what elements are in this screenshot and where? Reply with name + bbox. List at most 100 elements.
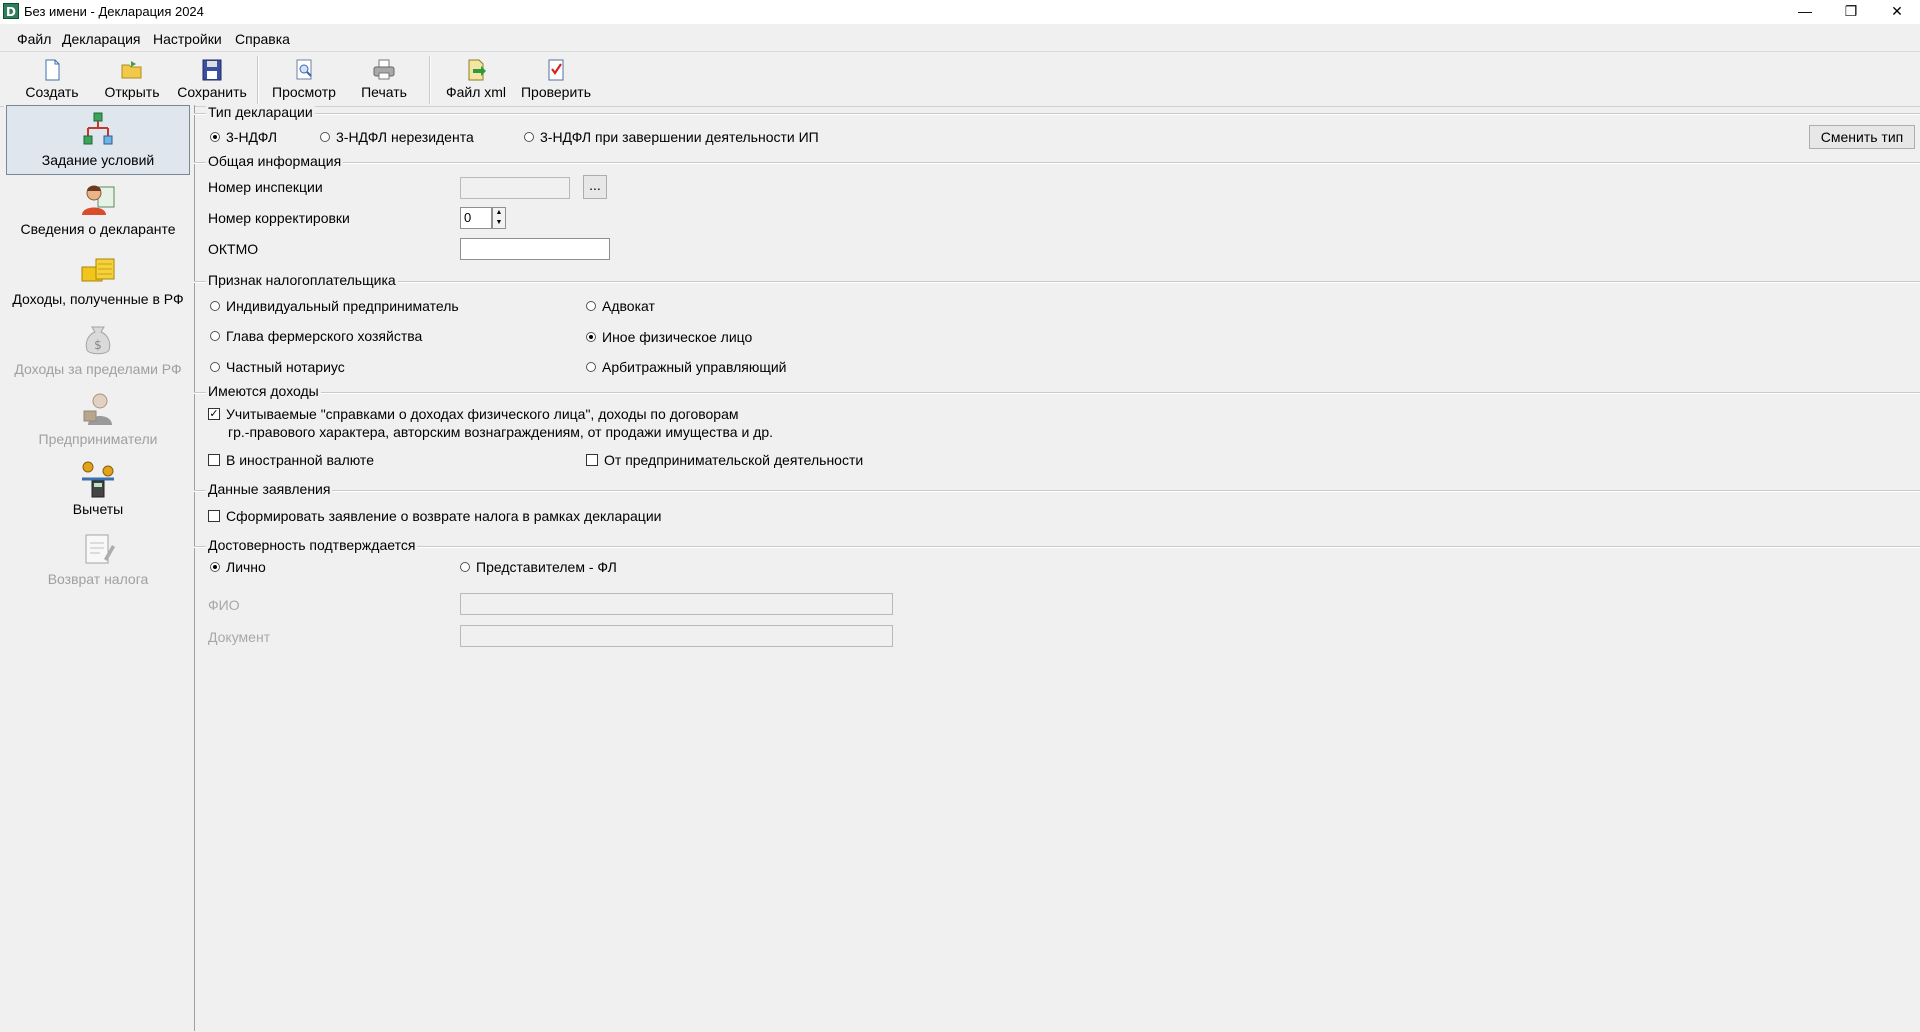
incomes-group: Имеются доходы ✓ Учитываемые "справками о… [194,383,1920,481]
verify-button[interactable]: Проверить [514,58,598,104]
incomes-title: Имеются доходы [206,383,321,399]
oktmo-label: ОКТМО [208,241,259,257]
xml-file-label: Файл xml [445,84,507,100]
correction-number-stepper[interactable]: ▲ ▼ [492,207,506,229]
radio-representative[interactable]: Представителем - ФЛ [460,559,617,575]
fio-field[interactable] [460,593,893,615]
foreign-currency-checkbox[interactable]: В иностранной валюте [208,452,374,468]
close-button[interactable]: ✕ [1874,0,1920,24]
menu-settings[interactable]: Настройки [153,31,222,47]
radio-notary-label: Частный нотариус [226,359,345,375]
general-info-group: Общая информация Номер инспекции ... Ном… [194,153,1920,273]
certified-income-checkbox[interactable]: ✓ Учитываемые "справками о доходах физиче… [208,406,739,422]
menu-bar: Файл Декларация Настройки Справка [0,27,1920,51]
person-card-icon [82,185,115,215]
radio-3ndfl-nonresident[interactable]: 3-НДФЛ нерезидента [320,129,474,145]
nav-tax-refund[interactable]: Возврат налога [6,525,190,595]
radio-3ndfl-ip-termination[interactable]: 3-НДФЛ при завершении деятельности ИП [524,129,819,145]
save-button[interactable]: Сохранить [170,58,254,104]
radio-3ndfl-label: 3-НДФЛ [226,129,278,145]
money-bag-icon: $ [85,326,111,355]
radio-farm-head[interactable]: Глава фермерского хозяйства [210,328,422,344]
radio-personally[interactable]: Лично [210,559,266,575]
radio-3ndfl[interactable]: 3-НДФЛ [210,129,277,145]
foreign-currency-label: В иностранной валюте [226,452,374,468]
print-label: Печать [361,84,407,100]
spin-up-icon[interactable]: ▲ [493,208,505,218]
preview-label: Просмотр [272,84,336,100]
toolbar: Создать Открыть Сохранить Просмотр Печат… [0,51,1920,107]
nav-deductions[interactable]: Вычеты [6,455,190,525]
refund-application-checkbox[interactable]: Сформировать заявление о возврате налога… [208,508,661,524]
xml-file-button[interactable]: Файл xml [434,58,518,104]
verify-label: Проверить [520,84,591,100]
businessman-icon [83,393,112,425]
correction-number-field[interactable]: 0 [460,207,492,229]
printer-icon [373,59,395,80]
xml-export-icon [468,59,486,81]
radio-farm-head-label: Глава фермерского хозяйства [226,328,423,344]
nav-income-rf-label: Доходы, полученные в РФ [12,291,184,307]
nav-conditions[interactable]: Задание условий [6,105,190,175]
inspection-browse-button[interactable]: ... [583,175,607,199]
radio-representative-label: Представителем - ФЛ [476,559,617,575]
nav-tax-refund-label: Возврат налога [47,571,149,587]
menu-declaration[interactable]: Декларация [62,31,141,47]
radio-other-individual-label: Иное физическое лицо [602,329,753,345]
new-file-icon [45,59,60,81]
preview-button[interactable]: Просмотр [262,58,346,104]
conditions-tree-icon [83,112,113,145]
change-type-button[interactable]: Сменить тип [1809,125,1915,149]
menu-file[interactable]: Файл [17,31,51,47]
inspection-number-label: Номер инспекции [208,179,323,195]
open-label: Открыть [104,84,160,100]
inspection-number-field[interactable] [460,177,570,199]
document-label: Документ [208,629,271,645]
create-label: Создать [25,84,79,100]
nav-income-rf[interactable]: Доходы, полученные в РФ [6,245,190,315]
radio-advocate[interactable]: Адвокат [586,298,655,314]
checkbox-box [208,454,220,467]
spin-down-icon[interactable]: ▼ [493,218,505,228]
taxpayer-sign-title: Признак налогоплательщика [206,272,398,288]
radio-individual-entrepreneur[interactable]: Индивидуальный предприниматель [210,298,459,314]
radio-indicator [586,362,596,373]
toolbar-separator [429,56,431,104]
minimize-button[interactable]: — [1782,0,1828,24]
window-title: Без имени - Декларация 2024 [24,4,204,19]
oktmo-field[interactable] [460,238,610,260]
svg-text:$: $ [94,338,102,352]
restore-button[interactable]: ❐ [1828,0,1874,24]
correction-number-label: Номер корректировки [208,210,350,226]
menu-help[interactable]: Справка [235,31,290,47]
radio-indicator [460,562,470,573]
nav-entrepreneurs[interactable]: Предприниматели [6,385,190,455]
certified-income-label-line2: гр.-правового характера, авторским возна… [228,424,773,440]
checkbox-box: ✓ [208,407,220,421]
declaration-type-title: Тип декларации [206,104,315,120]
save-label: Сохранить [177,84,247,100]
nav-declarant-info[interactable]: Сведения о декларанте [6,175,190,245]
document-field[interactable] [460,625,893,647]
document-pen-icon [85,534,115,564]
business-income-label: От предпринимательской деятельности [604,452,864,468]
declaration-type-group: Тип декларации 3-НДФЛ 3-НДФЛ нерезидента… [194,104,1920,154]
radio-other-individual[interactable]: Иное физическое лицо [586,329,752,345]
radio-arbitration-manager[interactable]: Арбитражный управляющий [586,359,787,375]
create-button[interactable]: Создать [10,58,94,104]
nav-income-abroad[interactable]: $ Доходы за пределами РФ [6,315,190,385]
general-info-title: Общая информация [206,153,344,169]
checkbox-box [208,510,220,523]
nav-entrepreneurs-label: Предприниматели [38,431,158,447]
business-income-checkbox[interactable]: От предпринимательской деятельности [586,452,863,468]
radio-private-notary[interactable]: Частный нотариус [210,359,345,375]
print-button[interactable]: Печать [342,58,426,104]
check-document-icon [548,59,564,81]
taxpayer-sign-group: Признак налогоплательщика Индивидуальный… [194,272,1920,382]
open-button[interactable]: Открыть [90,58,174,104]
calculator-coins-icon [82,461,114,498]
radio-nonresident-label: 3-НДФЛ нерезидента [336,129,474,145]
radio-indicator [210,362,220,373]
radio-indicator [586,332,596,343]
nav-income-abroad-label: Доходы за пределами РФ [14,361,182,377]
